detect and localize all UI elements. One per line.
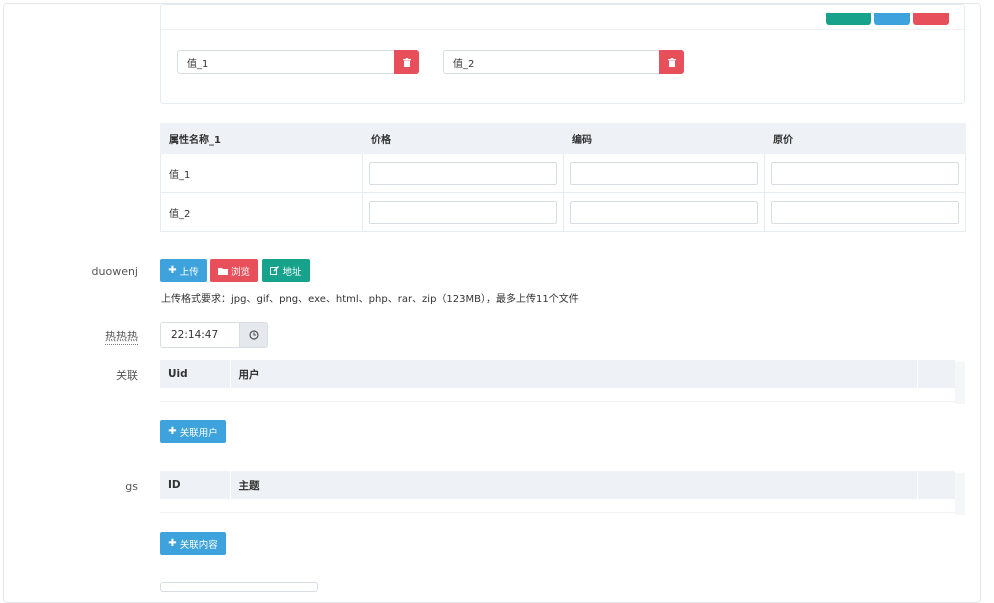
time-input[interactable] <box>160 322 239 348</box>
add-relation-content-button[interactable]: ✚ 关联内容 <box>160 532 226 555</box>
trash-icon <box>402 57 411 67</box>
upload-help-text: 上传格式要求：jpg、gif、png、exe、html、php、rar、zip（… <box>161 294 579 305</box>
header-price: 价格 <box>362 123 564 154</box>
relation-users-scrollbar[interactable] <box>955 362 965 404</box>
header-original-price: 原价 <box>764 123 966 154</box>
plus-icon: ✚ <box>168 538 177 549</box>
row-label: 值_2 <box>160 192 363 232</box>
time-field-label: 热热热 <box>105 330 138 345</box>
add-relation-user-button[interactable]: ✚ 关联用户 <box>160 420 226 443</box>
header-id: ID <box>160 471 231 499</box>
upload-field-label: duowenj <box>91 265 138 278</box>
browse-button[interactable]: 浏览 <box>210 259 258 282</box>
price-input[interactable] <box>369 200 557 224</box>
spec-values-panel <box>160 4 965 104</box>
delete-value-2-button[interactable] <box>659 50 684 74</box>
spec-price-table: 属性名称_1 价格 编码 原价 值_1 值_2 <box>160 123 966 232</box>
trash-icon <box>667 57 676 67</box>
spec-value-input-2[interactable] <box>443 50 660 74</box>
original-price-input[interactable] <box>771 200 959 224</box>
row-label: 值_1 <box>160 153 363 193</box>
edit-icon <box>270 266 280 275</box>
header-uid: Uid <box>160 360 231 388</box>
panel-action-blue-button[interactable] <box>874 13 910 25</box>
delete-value-1-button[interactable] <box>394 50 419 74</box>
table-row: 值_2 <box>160 192 966 232</box>
code-input[interactable] <box>570 161 758 185</box>
panel-action-red-button[interactable] <box>913 13 949 25</box>
clock-button[interactable] <box>239 322 268 348</box>
folder-icon <box>217 267 228 275</box>
header-subject: 主题 <box>230 471 918 499</box>
relation-content-scrollbar[interactable] <box>955 473 965 515</box>
relation-users-label: 关联 <box>116 369 138 382</box>
code-input[interactable] <box>570 200 758 224</box>
relation-users-table: Uid 用户 <box>160 360 956 402</box>
time-picker <box>160 322 268 348</box>
url-button[interactable]: 地址 <box>262 259 310 282</box>
panel-header-divider <box>161 29 964 30</box>
header-actions <box>917 360 956 388</box>
header-code: 编码 <box>563 123 765 154</box>
upload-button[interactable]: ✚ 上传 <box>160 259 207 282</box>
relation-content-label: gs <box>125 480 138 493</box>
price-input[interactable] <box>369 161 557 185</box>
table-row: 值_1 <box>160 153 966 193</box>
header-actions <box>917 471 956 499</box>
relation-content-table: ID 主题 <box>160 471 956 513</box>
panel-action-green-button[interactable] <box>826 13 871 25</box>
next-field-input[interactable] <box>160 582 318 592</box>
header-attribute-name: 属性名称_1 <box>160 123 363 154</box>
spec-value-input-1[interactable] <box>177 50 395 74</box>
plus-icon: ✚ <box>168 265 177 276</box>
header-user: 用户 <box>230 360 918 388</box>
clock-icon <box>248 330 259 340</box>
original-price-input[interactable] <box>771 161 959 185</box>
plus-icon: ✚ <box>168 426 177 437</box>
